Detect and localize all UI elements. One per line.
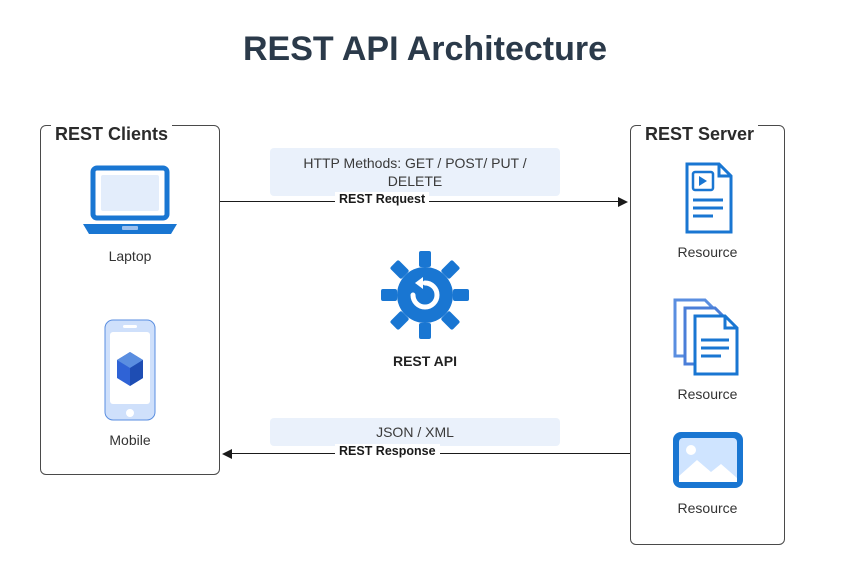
request-arrow-head bbox=[618, 197, 628, 207]
gear-icon bbox=[375, 245, 475, 345]
resource1-label: Resource bbox=[631, 244, 784, 260]
rest-api-label: REST API bbox=[355, 353, 495, 369]
http-methods-badge: HTTP Methods: GET / POST/ PUT / DELETE bbox=[270, 148, 560, 196]
rest-api-node: REST API bbox=[355, 245, 495, 369]
documents-stack-icon bbox=[667, 294, 749, 382]
laptop-label: Laptop bbox=[41, 248, 219, 264]
server-resource-documents: Resource bbox=[631, 294, 784, 402]
image-icon bbox=[667, 426, 749, 496]
server-panel: REST Server Resource Resource bbox=[630, 125, 785, 545]
client-mobile: Mobile bbox=[41, 316, 219, 448]
resource3-label: Resource bbox=[631, 500, 784, 516]
client-laptop: Laptop bbox=[41, 162, 219, 264]
diagram-title: REST API Architecture bbox=[0, 30, 850, 69]
laptop-icon bbox=[75, 162, 185, 242]
response-label: REST Response bbox=[335, 444, 440, 458]
document-play-icon bbox=[673, 158, 743, 240]
mobile-icon bbox=[95, 316, 165, 426]
response-format-badge: JSON / XML bbox=[270, 418, 560, 446]
mobile-label: Mobile bbox=[41, 432, 219, 448]
resource2-label: Resource bbox=[631, 386, 784, 402]
request-label: REST Request bbox=[335, 192, 429, 206]
clients-panel: REST Clients Laptop Mobile bbox=[40, 125, 220, 475]
server-resource-document: Resource bbox=[631, 158, 784, 260]
server-panel-title: REST Server bbox=[641, 124, 758, 145]
response-arrow-head bbox=[222, 449, 232, 459]
clients-panel-title: REST Clients bbox=[51, 124, 172, 145]
server-resource-image: Resource bbox=[631, 426, 784, 516]
